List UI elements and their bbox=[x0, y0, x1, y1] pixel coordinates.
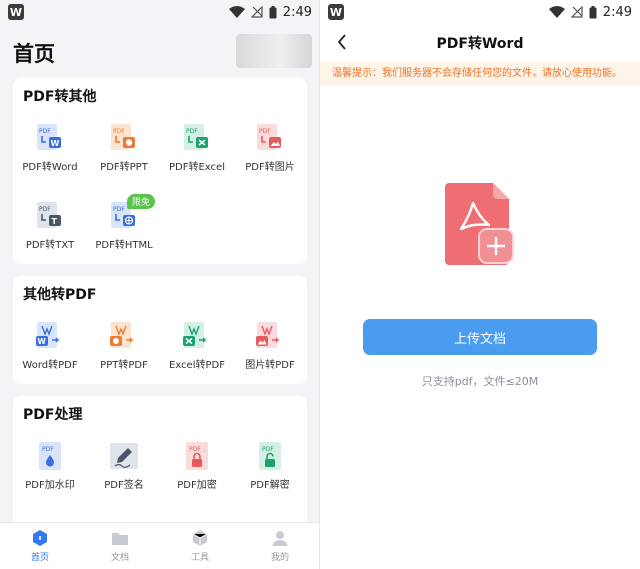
page-title: PDF转Word bbox=[436, 36, 524, 52]
svg-text:PDF: PDF bbox=[113, 206, 125, 213]
tool-pdf-to-txt[interactable]: PDF T PDF转TXT bbox=[13, 200, 87, 251]
tool-label: PDF转TXT bbox=[25, 240, 75, 251]
tool-label: PDF转PPT bbox=[100, 162, 148, 173]
tool-label: Word转PDF bbox=[22, 360, 78, 371]
tool-excel-to-pdf[interactable]: Excel转PDF bbox=[160, 320, 234, 371]
status-time: 2:49 bbox=[282, 4, 312, 20]
page-title: 首页 bbox=[13, 42, 55, 66]
tab-label: 工具 bbox=[190, 553, 209, 563]
tool-label: PDF解密 bbox=[250, 480, 290, 491]
other-to-pdf-card: 其他转PDF W Word转PDF PPT转PDF Excel转PDF 图片转P… bbox=[13, 276, 307, 384]
tool-label: PDF转Word bbox=[22, 162, 78, 173]
watermark-icon: PDF bbox=[39, 442, 61, 470]
section-title: 其他转PDF bbox=[23, 287, 97, 303]
tool-pdf-decrypt[interactable]: PDF PDF解密 bbox=[233, 440, 307, 491]
pdf-to-excel-icon: PDF bbox=[184, 124, 208, 150]
tool-word-to-pdf[interactable]: W Word转PDF bbox=[13, 320, 87, 371]
svg-text:PDF: PDF bbox=[186, 128, 198, 135]
battery-icon bbox=[589, 5, 597, 18]
tab-label: 文档 bbox=[110, 553, 129, 563]
wifi-icon bbox=[548, 6, 565, 18]
status-bar: W 2:49 bbox=[0, 0, 320, 24]
tool-label: PDF转图片 bbox=[245, 162, 295, 173]
folder-icon bbox=[112, 533, 128, 545]
home-screen: W 2:49 首页 PDF转其他 PDF W PDF转Word PDF PDF转… bbox=[0, 0, 320, 569]
app-logo-icon: W bbox=[8, 4, 24, 20]
svg-text:PDF: PDF bbox=[262, 446, 274, 453]
profile-icon bbox=[272, 531, 288, 546]
svg-text:PDF: PDF bbox=[39, 128, 51, 135]
tool-ppt-to-pdf[interactable]: PPT转PDF bbox=[87, 320, 161, 371]
svg-text:PDF: PDF bbox=[42, 446, 54, 453]
pdf-to-word-icon: PDF W bbox=[37, 124, 61, 150]
tab-label: 我的 bbox=[270, 553, 289, 563]
word-to-pdf-icon: W bbox=[36, 322, 60, 348]
tool-pdf-signature[interactable]: PDF签名 bbox=[87, 440, 161, 491]
tool-label: PDF加密 bbox=[177, 480, 217, 491]
app-logo-icon: W bbox=[328, 4, 344, 20]
pdf-to-txt-icon: PDF T bbox=[37, 202, 61, 228]
svg-text:PDF: PDF bbox=[39, 206, 51, 213]
tool-pdf-encrypt[interactable]: PDF PDF加密 bbox=[160, 440, 234, 491]
pdf-to-image-icon: PDF bbox=[257, 124, 281, 150]
tool-pdf-to-excel[interactable]: PDF PDF转Excel bbox=[160, 122, 234, 173]
tool-image-to-pdf[interactable]: 图片转PDF bbox=[233, 320, 307, 371]
tab-documents[interactable]: 文档 bbox=[80, 523, 160, 569]
chevron-left-icon bbox=[337, 34, 346, 50]
user-avatar-banner[interactable] bbox=[236, 34, 312, 68]
pdf-processing-card: PDF处理 PDF PDF加水印 PDF签名 PDF PDF加密 PDF PDF… bbox=[13, 396, 307, 536]
tool-pdf-to-image[interactable]: PDF PDF转图片 bbox=[233, 122, 307, 173]
status-bar: W 2:49 bbox=[320, 0, 640, 24]
tab-label: 首页 bbox=[30, 553, 49, 563]
notice-banner: 温馨提示：我们服务器不会存储任何您的文件，请放心使用功能。 bbox=[320, 62, 640, 86]
home-icon bbox=[33, 530, 47, 546]
tool-label: PDF转Excel bbox=[169, 162, 225, 173]
tab-tools[interactable]: 工具 bbox=[160, 523, 240, 569]
svg-text:PDF: PDF bbox=[113, 128, 125, 135]
svg-text:W: W bbox=[51, 139, 60, 148]
status-time: 2:49 bbox=[602, 4, 632, 20]
tool-pdf-watermark[interactable]: PDF PDF加水印 bbox=[13, 440, 87, 491]
pdf-to-ppt-icon: PDF bbox=[111, 124, 135, 150]
bottom-tab-bar: 首页 文档 工具 我的 bbox=[0, 522, 320, 569]
excel-to-pdf-icon bbox=[183, 322, 207, 348]
section-title: PDF处理 bbox=[23, 407, 83, 423]
pdf-to-word-screen: W 2:49 PDF转Word 温馨提示：我们服务器不会存储任何您的文件，请放心… bbox=[320, 0, 640, 569]
toolbox-icon bbox=[192, 530, 208, 546]
tab-home[interactable]: 首页 bbox=[0, 523, 80, 569]
tool-label: PPT转PDF bbox=[100, 360, 148, 371]
wifi-icon bbox=[228, 6, 245, 18]
back-button[interactable] bbox=[330, 30, 354, 54]
image-to-pdf-icon bbox=[256, 322, 280, 348]
decrypt-icon: PDF bbox=[259, 442, 281, 470]
pdf-to-other-card: PDF转其他 PDF W PDF转Word PDF PDF转PPT PDF PD… bbox=[13, 78, 307, 264]
ppt-to-pdf-icon bbox=[110, 322, 134, 348]
tool-label: PDF加水印 bbox=[25, 480, 75, 491]
file-limit-hint: 只支持pdf，文件≤20M bbox=[421, 375, 539, 388]
pdf-add-icon bbox=[445, 183, 514, 265]
tool-label: 图片转PDF bbox=[245, 360, 295, 371]
upload-document-button[interactable]: 上传文档 bbox=[363, 319, 597, 355]
section-title: PDF转其他 bbox=[23, 89, 97, 105]
encrypt-icon: PDF bbox=[186, 442, 208, 470]
tool-pdf-to-ppt[interactable]: PDF PDF转PPT bbox=[87, 122, 161, 173]
tool-label: PDF转HTML bbox=[95, 240, 153, 251]
signature-icon bbox=[110, 443, 138, 469]
svg-text:PDF: PDF bbox=[259, 128, 271, 135]
battery-icon bbox=[269, 5, 277, 18]
free-badge: 限免 bbox=[127, 194, 156, 209]
signal-off-icon bbox=[570, 6, 583, 18]
tab-profile[interactable]: 我的 bbox=[240, 523, 320, 569]
svg-text:W: W bbox=[38, 337, 47, 346]
nav-bar: PDF转Word bbox=[320, 24, 640, 62]
signal-off-icon bbox=[250, 6, 263, 18]
tool-pdf-to-html[interactable]: PDF 限免 PDF转HTML bbox=[87, 194, 161, 251]
svg-text:T: T bbox=[52, 217, 58, 226]
tool-label: PDF签名 bbox=[104, 480, 144, 491]
svg-text:PDF: PDF bbox=[189, 446, 201, 453]
tool-label: Excel转PDF bbox=[169, 360, 225, 371]
tool-pdf-to-word[interactable]: PDF W PDF转Word bbox=[13, 122, 87, 173]
